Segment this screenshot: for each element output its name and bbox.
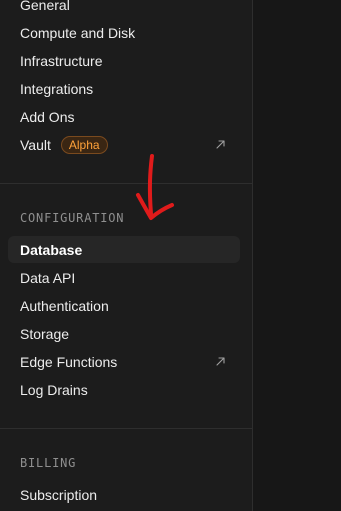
sidebar-item-label: Infrastructure [20,52,103,69]
sidebar-item-label: Subscription [20,486,98,503]
sidebar-item-compute-and-disk[interactable]: Compute and Disk [8,19,240,46]
sidebar-item-infrastructure[interactable]: Infrastructure [8,47,240,74]
sidebar-item-label: Add Ons [20,108,75,125]
sidebar-item-log-drains[interactable]: Log Drains [8,376,240,403]
section-heading-billing: BILLING [20,456,77,470]
sidebar-item-edge-functions[interactable]: Edge Functions [8,348,240,375]
external-link-icon [216,357,225,366]
sidebar-item-data-api[interactable]: Data API [8,264,240,291]
sidebar-item-label: Database [20,241,83,258]
sidebar-item-label: Integrations [20,80,94,97]
sidebar-item-storage[interactable]: Storage [8,320,240,347]
page: General Compute and Disk Infrastructure … [0,0,341,511]
external-link-icon [216,140,225,149]
sidebar-item-label: Edge Functions [20,353,118,370]
sidebar-item-general[interactable]: General [8,0,240,18]
sidebar-item-subscription[interactable]: Subscription [8,481,240,508]
sidebar-item-label: Log Drains [20,381,88,398]
section-divider [0,428,252,429]
sidebar-item-add-ons[interactable]: Add Ons [8,103,240,130]
sidebar-item-label: Storage [20,325,70,342]
alpha-badge: Alpha [60,135,108,154]
sidebar-item-database[interactable]: Database [8,236,240,263]
section-heading-configuration: CONFIGURATION [20,211,125,225]
section-divider [0,183,252,184]
sidebar-item-integrations[interactable]: Integrations [8,75,240,102]
main-content-area [253,0,341,511]
sidebar-item-label: Data API [20,269,76,286]
sidebar-item-label: Authentication [20,297,109,314]
sidebar-item-authentication[interactable]: Authentication [8,292,240,319]
sidebar-item-label: Vault [20,136,51,153]
sidebar-item-vault[interactable]: Vault Alpha [8,131,240,158]
sidebar-item-label: General [20,0,70,13]
sidebar-item-label: Compute and Disk [20,24,136,41]
settings-sidebar: General Compute and Disk Infrastructure … [0,0,253,511]
